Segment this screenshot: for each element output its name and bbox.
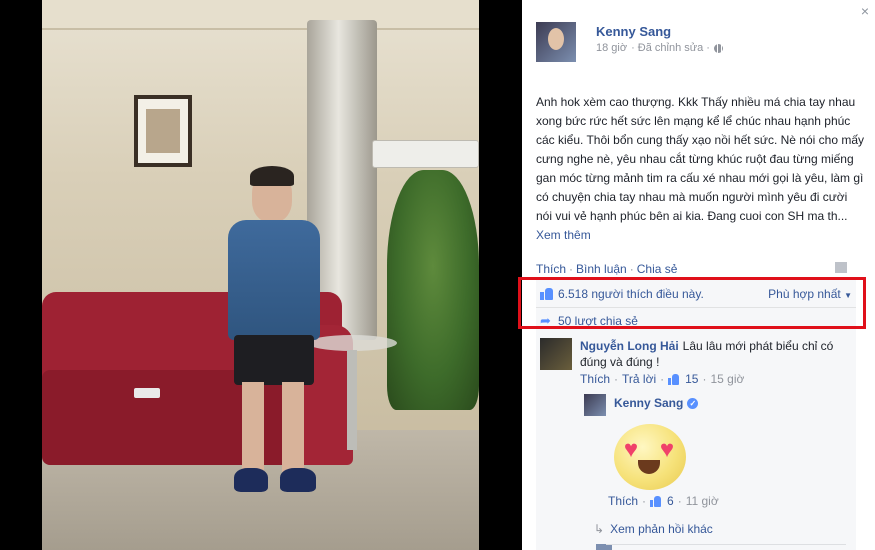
comment-body: Nguyễn Long Hải Lâu lâu mới phát biểu chỉ…: [580, 338, 850, 370]
reply-time[interactable]: 11 giờ: [686, 494, 719, 508]
post-time[interactable]: 18 giờ: [596, 42, 627, 54]
sort-label: Phù hợp nhất: [768, 287, 841, 301]
reply-avatar[interactable]: [584, 394, 606, 416]
reply-actions: Thích · 6 · 11 giờ: [608, 494, 719, 508]
separator: ·: [569, 262, 574, 276]
photo-table-leg: [347, 350, 357, 450]
see-more-link[interactable]: Xem thêm: [536, 228, 591, 242]
photo-plant: [387, 170, 479, 410]
sort-dropdown[interactable]: Phù hợp nhất ▼: [768, 287, 852, 301]
more-replies-link[interactable]: ↳ Xem phản hồi khác: [594, 522, 713, 536]
shares-count[interactable]: 50 lượt chia sẻ: [558, 314, 638, 328]
post-actions: Thích · Bình luận · Chia sẻ: [536, 262, 677, 276]
caret-down-icon: ▼: [844, 291, 852, 300]
photo-picture-frame: [134, 95, 192, 167]
ufi-summary: 6.518 người thích điều này. Phù hợp nhất…: [536, 280, 856, 334]
separator: ·: [677, 494, 682, 508]
heart-eye-icon: ♥: [659, 436, 675, 463]
separator: ·: [642, 494, 647, 508]
photo-air-conditioner: [372, 140, 479, 168]
thumbs-up-icon: [668, 373, 680, 385]
post-edited[interactable]: · Đã chỉnh sửa ·: [631, 42, 710, 54]
separator: ·: [614, 372, 619, 386]
comment-time[interactable]: 15 giờ: [710, 372, 744, 386]
flag-icon[interactable]: [835, 262, 847, 273]
reply: Kenny Sang ✓ ♥ ♥ Thích · 6 · 11 giờ: [580, 394, 850, 514]
post-photo[interactable]: [42, 0, 479, 550]
likes-row: 6.518 người thích điều này. Phù hợp nhất…: [536, 280, 856, 308]
close-icon[interactable]: ×: [858, 4, 872, 18]
comment-thread: Nguyễn Long Hải Lâu lâu mới phát biểu chỉ…: [536, 332, 856, 550]
reply-author[interactable]: Kenny Sang ✓: [614, 396, 699, 410]
heart-eye-icon: ♥: [623, 436, 639, 463]
separator: ·: [629, 262, 634, 276]
share-action[interactable]: Chia sẻ: [637, 262, 678, 276]
post-author-name[interactable]: Kenny Sang: [596, 24, 671, 39]
reply-arrow-icon: ↳: [594, 522, 605, 536]
author-avatar[interactable]: [536, 22, 576, 62]
reply-likes-count[interactable]: 6: [667, 494, 674, 508]
reply-composer[interactable]: [606, 544, 846, 550]
photo-ceiling: [42, 0, 479, 30]
globe-icon[interactable]: [713, 43, 723, 53]
post-text: Anh hok xèm cao thượng. Kkk Thấy nhiều m…: [536, 93, 866, 245]
comment-like-action[interactable]: Thích: [580, 372, 610, 386]
reply-like-action[interactable]: Thích: [608, 494, 638, 508]
photo-phone: [134, 388, 160, 398]
like-action[interactable]: Thích: [536, 262, 566, 276]
shares-row: ➦ 50 lượt chia sẻ: [536, 308, 856, 334]
more-replies-label: Xem phản hồi khác: [610, 522, 713, 536]
comment-action[interactable]: Bình luận: [576, 262, 627, 276]
photo-person: [220, 166, 330, 510]
photo-viewer: Kenny Sang 18 giờ · Đã chỉnh sửa · Anh h…: [0, 0, 875, 550]
comment-likes-count[interactable]: 15: [685, 372, 698, 386]
commenter-name[interactable]: Nguyễn Long Hải: [580, 339, 679, 353]
verified-badge-icon: ✓: [687, 397, 699, 409]
thumbs-up-icon: [650, 495, 662, 507]
reply-author-name: Kenny Sang: [614, 396, 684, 410]
thumbs-up-icon: [540, 287, 553, 300]
post-meta: 18 giờ · Đã chỉnh sửa ·: [596, 42, 723, 54]
comment-reply-action[interactable]: Trả lời: [622, 372, 656, 386]
post-body: Anh hok xèm cao thượng. Kkk Thấy nhiều m…: [536, 95, 864, 223]
post-side-panel: Kenny Sang 18 giờ · Đã chỉnh sửa · Anh h…: [522, 0, 875, 550]
separator: ·: [702, 372, 707, 386]
likes-count[interactable]: 6.518 người thích điều này.: [558, 287, 704, 301]
comment-actions: Thích · Trả lời · 15 · 15 giờ: [580, 372, 744, 386]
share-arrow-icon: ➦: [540, 313, 551, 328]
commenter-avatar[interactable]: [540, 338, 572, 370]
separator: ·: [660, 372, 665, 386]
heart-eyes-sticker: ♥ ♥: [608, 418, 692, 494]
